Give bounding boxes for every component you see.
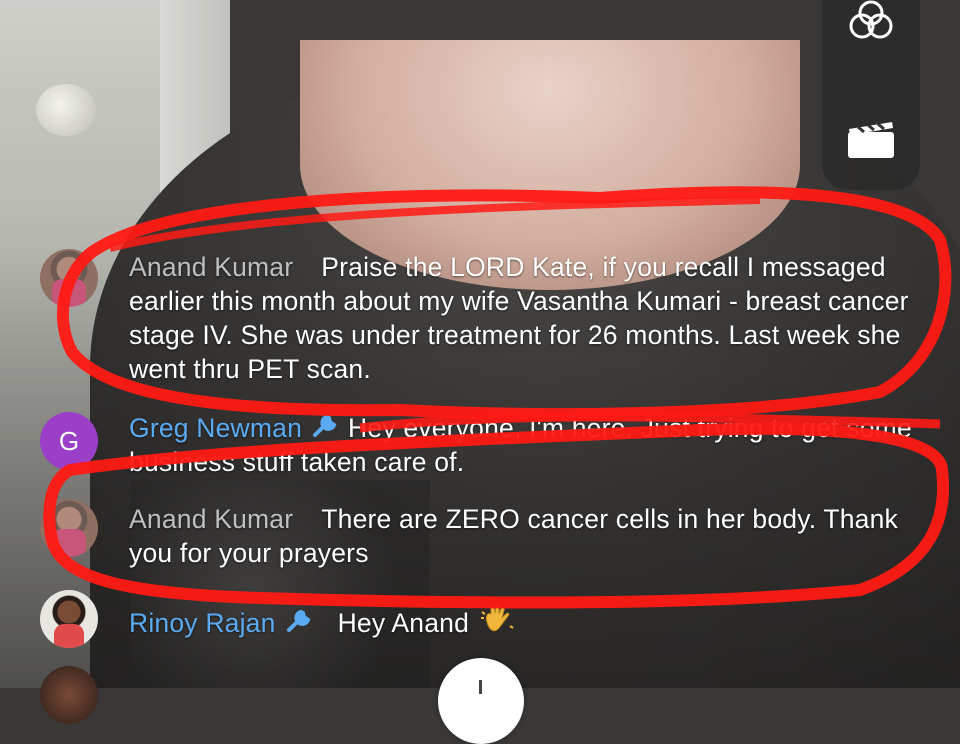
comment-author[interactable]: Anand Kumar [129, 504, 293, 534]
avatar[interactable] [40, 249, 98, 307]
comment-compose-button[interactable] [438, 658, 524, 744]
wrench-icon [286, 609, 310, 632]
avatar[interactable]: G [40, 412, 98, 470]
avatar[interactable] [40, 590, 98, 648]
comment-author[interactable]: Rinoy Rajan [129, 608, 276, 638]
comment-author[interactable]: Anand Kumar [129, 252, 293, 282]
comment-body: Anand Kumar There are ZERO cancer cells i… [129, 501, 940, 570]
comment-item: G Greg Newman Hey everyone, I'm here. Jus… [40, 411, 940, 479]
plus-icon [479, 680, 482, 694]
comment-author[interactable]: Greg Newman [129, 413, 302, 443]
avatar[interactable] [40, 499, 98, 557]
comment-item: Rinoy Rajan Hey Anand [40, 590, 940, 648]
waving-hand-icon [481, 605, 514, 632]
comment-item: Anand Kumar Praise the LORD Kate, if you … [40, 248, 940, 386]
avatar-letter: G [58, 425, 80, 456]
comment-body: Rinoy Rajan Hey Anand [129, 590, 940, 640]
comment-body: Anand Kumar Praise the LORD Kate, if you … [129, 248, 940, 386]
comment-body: Greg Newman Hey everyone, I'm here. Just … [129, 411, 940, 479]
wrench-icon [313, 414, 337, 437]
avatar[interactable] [40, 666, 98, 724]
comment-feed[interactable]: Anand Kumar Praise the LORD Kate, if you … [0, 0, 960, 688]
comment-item: Anand Kumar There are ZERO cancer cells i… [40, 499, 940, 570]
comment-text: Hey Anand [337, 608, 470, 638]
